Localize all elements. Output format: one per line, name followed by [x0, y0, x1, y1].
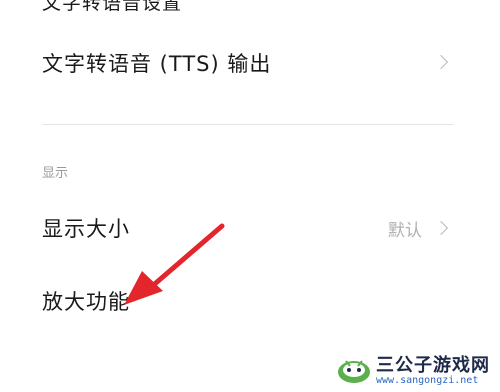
- watermark-url: www.sangongzi.net: [376, 374, 479, 386]
- display-size-value: 默认: [388, 221, 422, 241]
- watermark: 三公子游戏网 www.sangongzi.net: [332, 354, 494, 388]
- chevron-right-icon: [433, 54, 449, 70]
- watermark-logo-icon: [336, 357, 372, 385]
- watermark-title: 三公子游戏网: [376, 354, 490, 376]
- section-header-display: 显示: [42, 166, 69, 181]
- cut-off-setting-label: 文字转语音设置: [42, 0, 183, 14]
- display-size-label: 显示大小: [42, 217, 130, 241]
- section-divider: [42, 124, 454, 125]
- magnify-label: 放大功能: [42, 290, 130, 314]
- chevron-right-icon: [433, 220, 449, 236]
- tts-output-row[interactable]: 文字转语音 (TTS) 输出: [0, 40, 500, 84]
- magnify-row[interactable]: 放大功能: [0, 278, 500, 322]
- display-size-row[interactable]: 显示大小 默认: [0, 205, 500, 249]
- tts-output-label: 文字转语音 (TTS) 输出: [42, 52, 272, 76]
